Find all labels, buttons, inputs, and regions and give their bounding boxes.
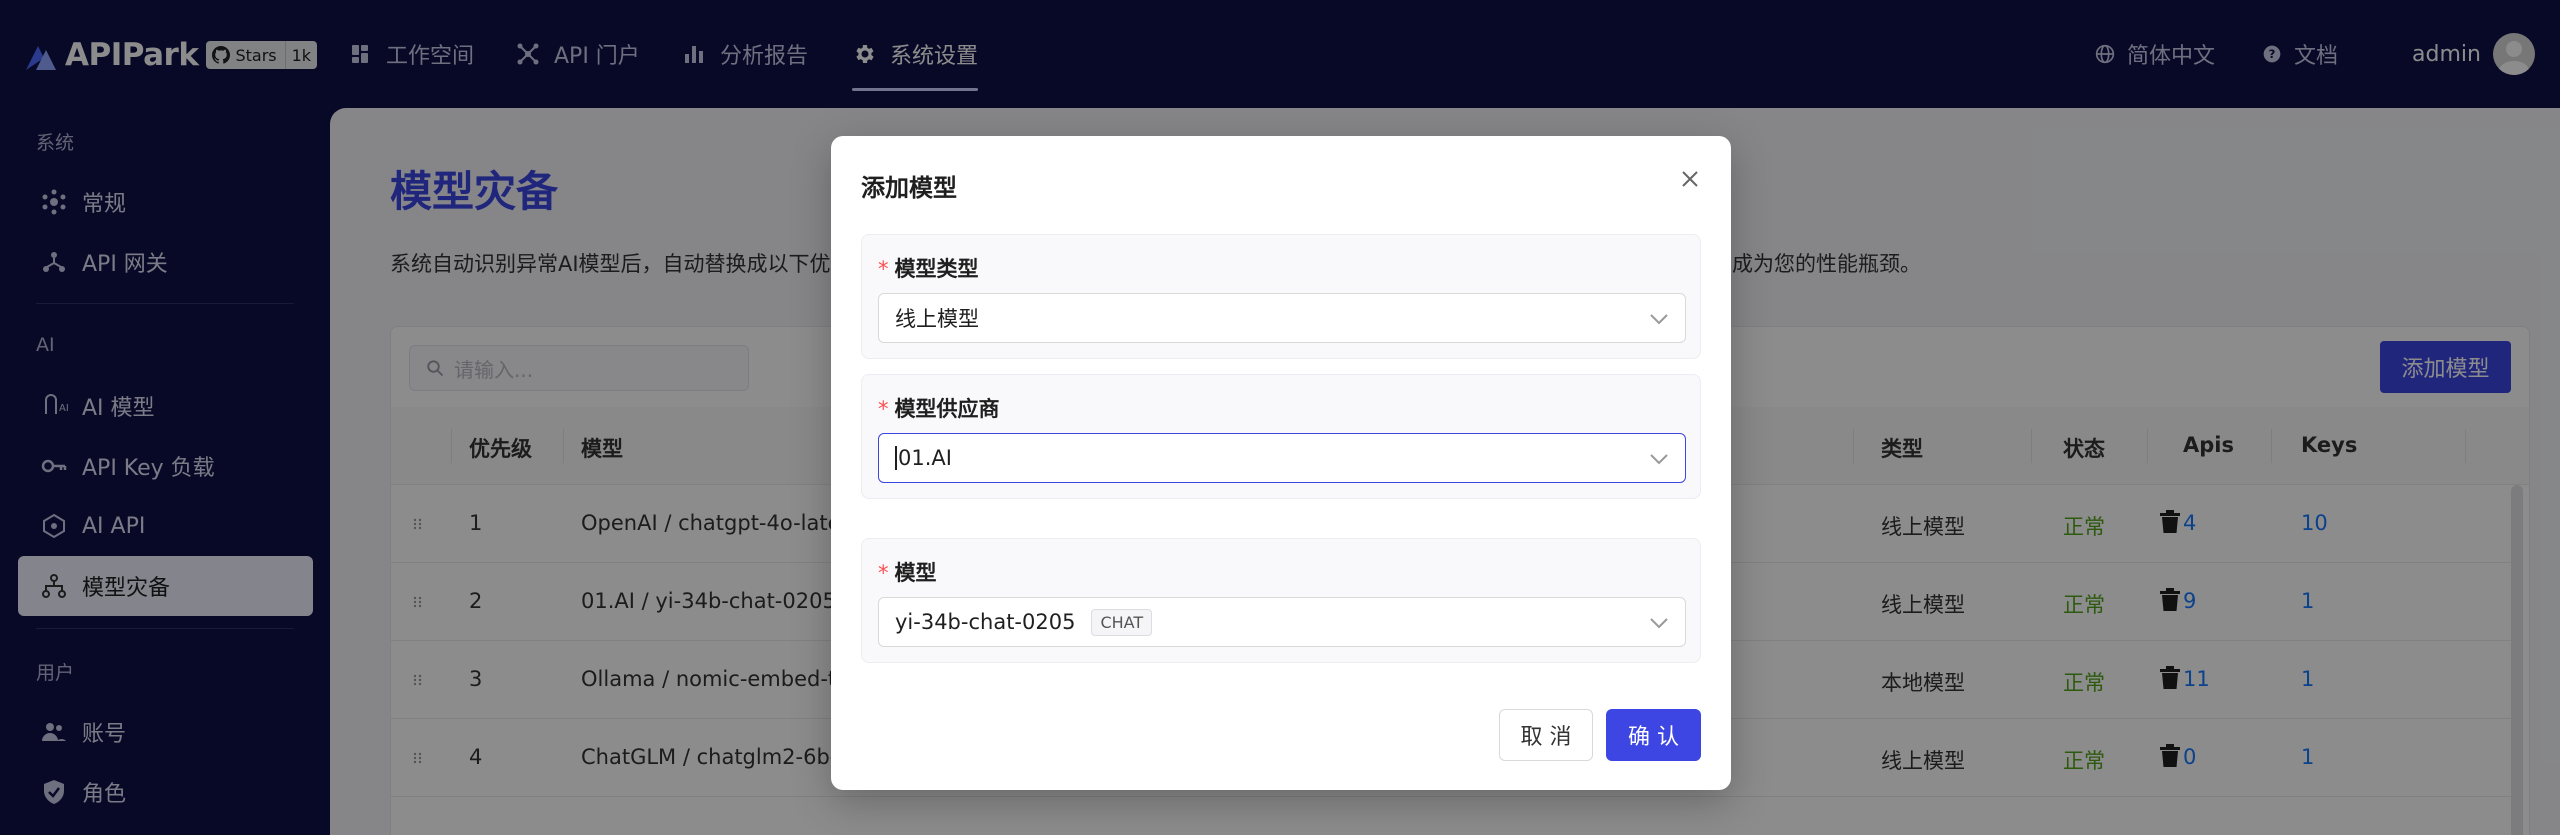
field-label: * 模型 — [878, 557, 937, 587]
text-caret — [895, 446, 897, 470]
required-mark: * — [878, 257, 889, 281]
select-value: 01.AI — [898, 446, 952, 470]
provider-field: * 模型供应商 01.AI — [861, 374, 1701, 499]
close-icon[interactable] — [1677, 166, 1703, 192]
required-mark: * — [878, 397, 889, 421]
select-value: 线上模型 — [895, 307, 979, 331]
model-type-tag: CHAT — [1091, 608, 1153, 636]
chevron-down-icon — [1650, 454, 1668, 465]
select-value: yi-34b-chat-0205 — [895, 610, 1076, 634]
field-label: * 模型类型 — [878, 253, 979, 283]
cancel-button[interactable]: 取 消 — [1499, 709, 1593, 761]
field-label-text: 模型 — [894, 561, 937, 585]
model-select[interactable]: yi-34b-chat-0205 CHAT — [878, 597, 1686, 647]
model-type-select[interactable]: 线上模型 — [878, 293, 1686, 343]
confirm-button[interactable]: 确 认 — [1606, 709, 1701, 761]
field-label-text: 模型供应商 — [894, 397, 1000, 421]
required-mark: * — [878, 561, 889, 585]
field-label-text: 模型类型 — [894, 257, 979, 281]
chevron-down-icon — [1650, 618, 1668, 629]
add-model-dialog: 添加模型 * 模型类型 线上模型 * 模型供应商 01.AI * 模型 yi-34b-… — [831, 136, 1731, 790]
dialog-title: 添加模型 — [861, 174, 957, 202]
model-type-field: * 模型类型 线上模型 — [861, 234, 1701, 359]
field-label: * 模型供应商 — [878, 393, 1000, 423]
model-field: * 模型 yi-34b-chat-0205 CHAT — [861, 538, 1701, 663]
provider-select[interactable]: 01.AI — [878, 433, 1686, 483]
chevron-down-icon — [1650, 314, 1668, 325]
